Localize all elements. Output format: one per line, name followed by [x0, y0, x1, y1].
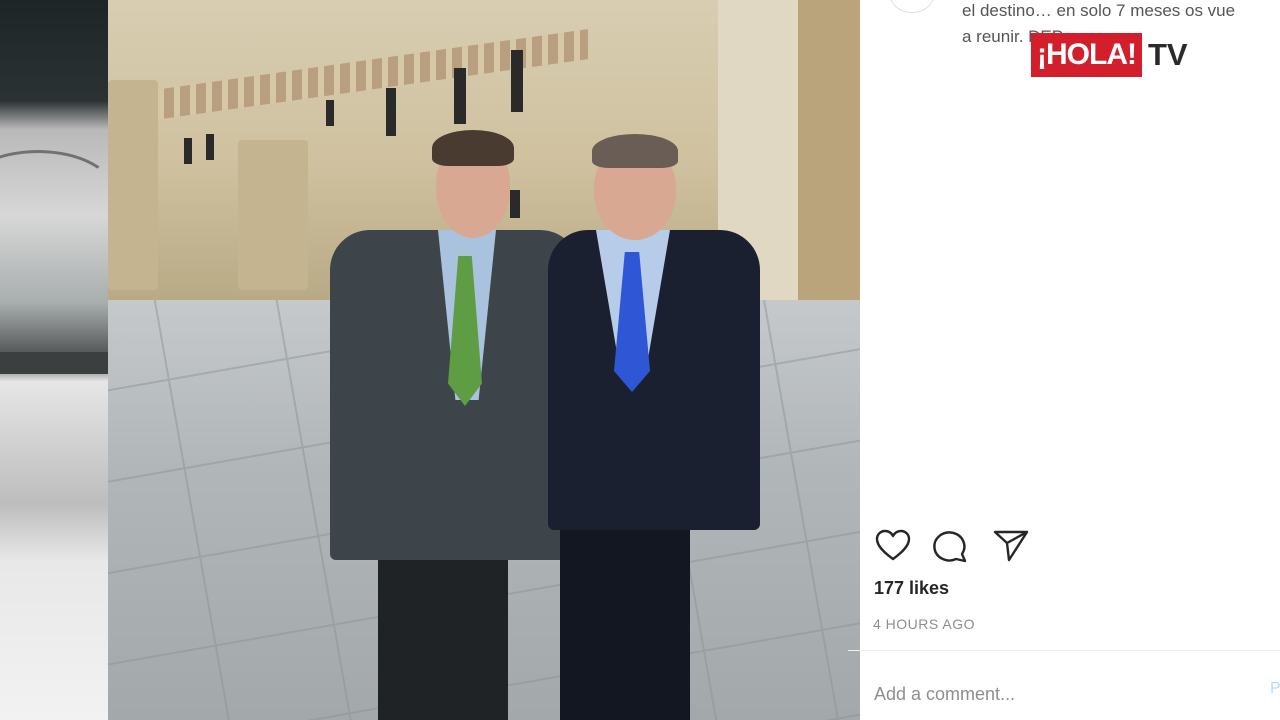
castle-window — [454, 68, 466, 124]
castle-window — [510, 190, 520, 218]
castle-tower — [238, 140, 308, 290]
castle-window — [511, 50, 523, 112]
post-comment-button[interactable]: Post — [1270, 680, 1280, 700]
hola-tv-logo: ¡HOLA! TV — [1031, 33, 1194, 77]
castle-window — [386, 88, 396, 136]
logo-brand: ¡HOLA! — [1031, 33, 1142, 77]
castle-window — [326, 100, 334, 126]
comment-input[interactable] — [872, 676, 1266, 712]
caption-line-1: el destino… en solo 7 meses os vue — [962, 1, 1236, 20]
post-side-panel — [860, 0, 1280, 720]
logo-suffix: TV — [1141, 35, 1194, 75]
divider — [848, 650, 1280, 651]
castle-window — [184, 138, 192, 164]
castle-tower — [108, 80, 158, 290]
post-timestamp: 4 HOURS AGO — [873, 616, 975, 632]
castle-wall — [798, 0, 860, 300]
person-hair — [592, 134, 678, 168]
likes-count[interactable]: 177 likes — [874, 578, 949, 599]
person-hair — [432, 130, 514, 166]
studio-band — [0, 352, 120, 374]
castle-window — [206, 134, 214, 160]
share-icon[interactable] — [992, 528, 1030, 564]
studio-backdrop — [0, 0, 120, 720]
studio-arc — [0, 150, 116, 236]
post-photo — [108, 0, 860, 720]
comment-icon[interactable] — [932, 528, 970, 564]
heart-icon[interactable] — [874, 528, 912, 564]
